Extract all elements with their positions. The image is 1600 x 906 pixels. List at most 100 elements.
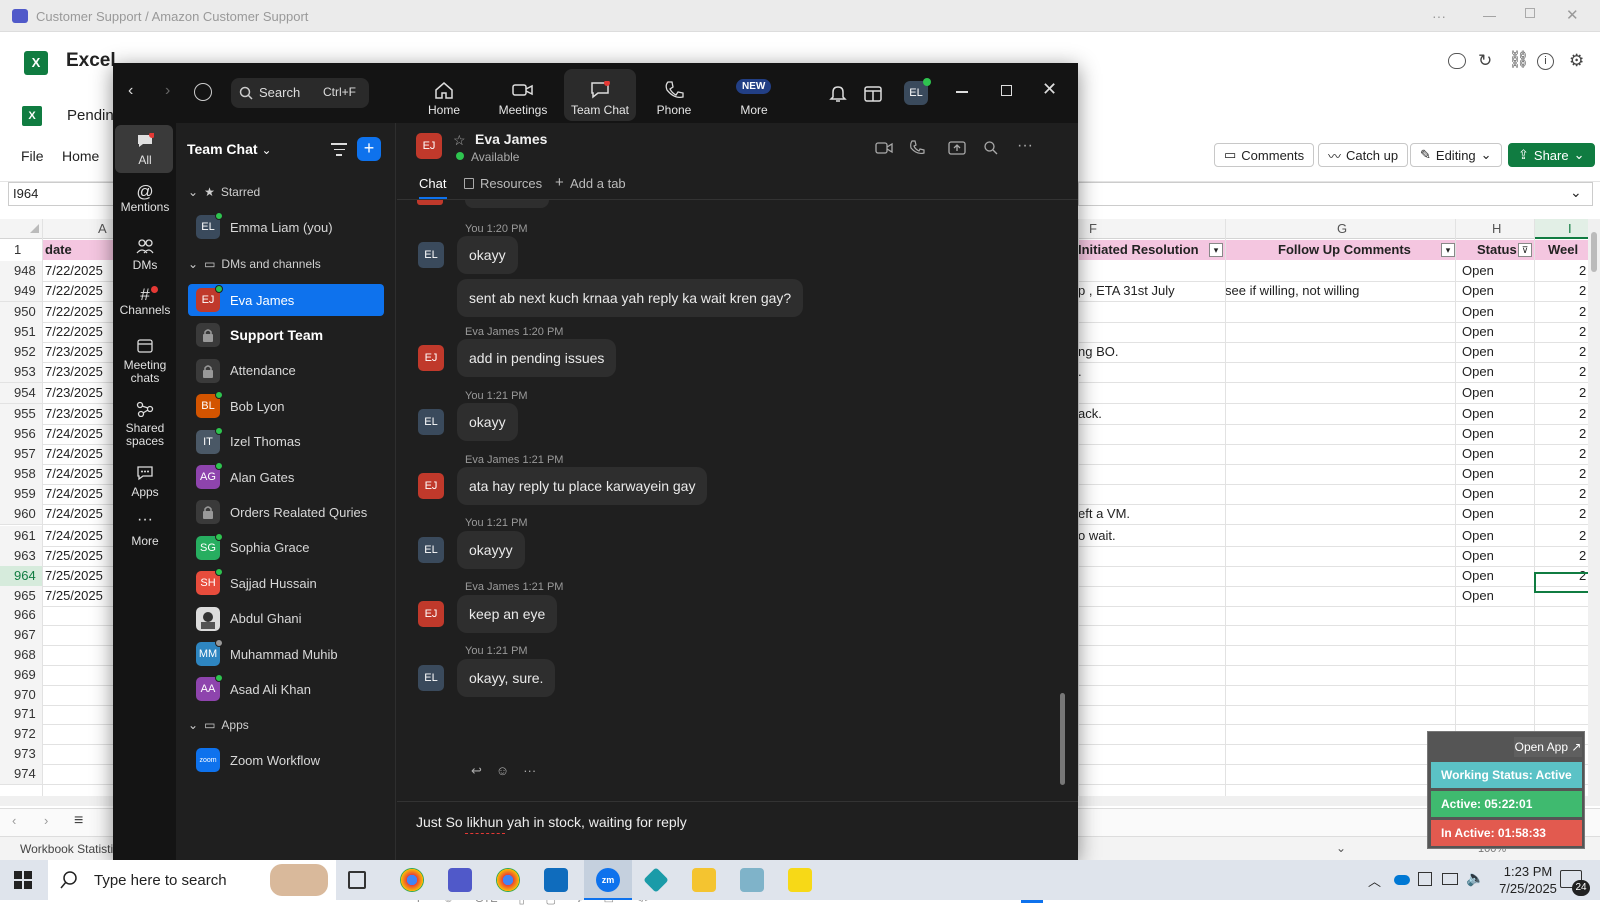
contact-avatar[interactable]: EJ	[416, 133, 442, 159]
date-cell[interactable]: 7/24/2025	[45, 424, 103, 444]
week-cell[interactable]: 2	[1579, 383, 1588, 403]
info-icon[interactable]: i	[1537, 53, 1554, 70]
date-cell[interactable]: 7/25/2025	[45, 586, 103, 606]
week-cell[interactable]: 2	[1579, 404, 1588, 424]
list-item[interactable]: EJ Eva James	[188, 284, 384, 316]
week-cell[interactable]: 2	[1579, 302, 1588, 322]
row-number[interactable]: 950	[0, 302, 42, 322]
formula-input[interactable]	[1078, 182, 1593, 206]
message-avatar[interactable]: EJ	[418, 473, 444, 499]
name-box[interactable]: I964	[8, 182, 128, 206]
status-cell[interactable]: Open	[1462, 302, 1494, 322]
message-avatar[interactable]: EL	[418, 242, 444, 268]
status-cell[interactable]: Open	[1462, 464, 1494, 484]
status-cell[interactable]: Open	[1462, 526, 1494, 546]
resolution-cell[interactable]: p , ETA 31st July	[1078, 281, 1175, 301]
row-number[interactable]: 957	[0, 444, 42, 464]
file-explorer-icon[interactable]	[692, 868, 716, 892]
week-cell[interactable]: 2	[1579, 322, 1588, 342]
follow-up-cell[interactable]: see if willing, not willing	[1225, 281, 1359, 301]
bell-icon[interactable]	[829, 84, 847, 102]
message-avatar[interactable]: EJ	[418, 345, 444, 371]
message-bubble[interactable]: okayyy	[457, 531, 525, 569]
section-dms[interactable]: ⌄ ▭ DMs and channels	[188, 257, 321, 271]
network-icon[interactable]	[1442, 873, 1458, 885]
catch-up-button[interactable]: 〰 Catch up	[1318, 143, 1409, 167]
week-cell[interactable]: 2	[1579, 362, 1588, 382]
security-icon[interactable]	[1418, 872, 1432, 886]
list-item[interactable]: MM Muhammad Muhib	[188, 638, 384, 670]
row-number[interactable]: 965	[0, 586, 42, 606]
calendar-icon[interactable]	[864, 84, 882, 102]
history-icon[interactable]	[194, 83, 212, 101]
sticky-notes-icon[interactable]	[788, 868, 812, 892]
date-cell[interactable]: 7/22/2025	[45, 281, 103, 301]
reply-icon[interactable]: ↩	[471, 763, 482, 779]
list-item[interactable]: Orders Realated Quries	[188, 496, 384, 528]
resolution-cell[interactable]: ack.	[1078, 404, 1102, 424]
open-app-button[interactable]: Open App ↗	[1514, 737, 1582, 757]
video-call-icon[interactable]	[875, 141, 893, 155]
emoji-icon[interactable]: ☺	[496, 763, 509, 779]
list-item[interactable]: BL Bob Lyon	[188, 390, 384, 422]
filter-active-icon[interactable]: ⊽	[1518, 243, 1532, 257]
row-1-number[interactable]: 1	[14, 240, 21, 260]
row-number[interactable]: 966	[0, 605, 42, 625]
chat-more-icon[interactable]: ···	[1017, 137, 1033, 155]
week-cell[interactable]: 2	[1579, 424, 1588, 444]
row-number[interactable]: 959	[0, 484, 42, 504]
filter-dropdown-icon[interactable]: ▾	[1209, 243, 1223, 257]
next-sheet-icon[interactable]: ›	[44, 813, 48, 828]
search-chat-icon[interactable]	[983, 140, 999, 156]
share-button[interactable]: ⇪ Share ⌄	[1508, 143, 1595, 167]
week-cell[interactable]: 2	[1579, 281, 1588, 301]
list-item[interactable]: EL Emma Liam (you)	[188, 211, 384, 243]
col-a-header[interactable]: A	[98, 219, 107, 239]
list-item[interactable]: SG Sophia Grace	[188, 532, 384, 564]
chat-tab-add[interactable]: Add a tab	[570, 176, 626, 191]
list-item[interactable]: Support Team	[188, 319, 384, 351]
status-cell[interactable]: Open	[1462, 322, 1494, 342]
tab-more[interactable]: NEW More	[718, 69, 790, 121]
section-starred[interactable]: ⌄ ★ Starred	[188, 185, 260, 199]
scroll-thumb[interactable]	[1591, 232, 1597, 272]
chrome-profile-icon[interactable]	[496, 868, 520, 892]
minimize-button[interactable]	[956, 91, 968, 93]
message-bubble[interactable]: okayy, sure.	[457, 659, 556, 697]
week-cell[interactable]: 2	[1579, 464, 1588, 484]
phone-call-icon[interactable]	[909, 140, 925, 156]
message-avatar[interactable]: EL	[418, 409, 444, 435]
refresh-icon[interactable]: ↻	[1478, 51, 1492, 71]
status-cell[interactable]: Open	[1462, 566, 1494, 586]
app-window-icon[interactable]	[740, 868, 764, 892]
status-cell[interactable]: Open	[1462, 261, 1494, 281]
week-cell[interactable]: 2	[1579, 504, 1588, 524]
windows-start-icon[interactable]	[14, 871, 32, 889]
row-number[interactable]: 970	[0, 685, 42, 705]
message-avatar[interactable]: EL	[418, 537, 444, 563]
col-g-header[interactable]: G	[1337, 219, 1347, 239]
list-item[interactable]: Attendance	[188, 355, 384, 387]
rail-shared-spaces[interactable]: Shared spaces	[115, 401, 175, 448]
col-f-header[interactable]: F	[1089, 219, 1097, 239]
compose-text[interactable]: Just So likhun yah in stock, waiting for…	[416, 814, 687, 830]
clock[interactable]: 1:23 PM 7/25/2025	[1492, 864, 1564, 896]
select-all-icon[interactable]	[30, 224, 39, 233]
teams-icon[interactable]	[448, 868, 472, 892]
date-cell[interactable]: 7/24/2025	[45, 504, 103, 524]
header-date[interactable]: date	[45, 240, 72, 260]
teams-close-button[interactable]: ✕	[1566, 6, 1579, 24]
resolution-cell[interactable]: o wait.	[1078, 526, 1116, 546]
date-cell[interactable]: 7/23/2025	[45, 404, 103, 424]
row-number[interactable]: 956	[0, 424, 42, 444]
maximize-button[interactable]	[1001, 85, 1012, 96]
status-cell[interactable]: Open	[1462, 404, 1494, 424]
task-view-icon[interactable]	[348, 871, 366, 889]
message-bubble[interactable]: keep an eye	[457, 595, 558, 633]
week-cell[interactable]: 2	[1579, 484, 1588, 504]
week-cell[interactable]: 2	[1579, 546, 1588, 566]
date-cell[interactable]: 7/24/2025	[45, 484, 103, 504]
row-number[interactable]: 974	[0, 764, 42, 784]
filter-icon[interactable]	[331, 143, 347, 157]
tab-phone[interactable]: Phone	[638, 69, 710, 121]
